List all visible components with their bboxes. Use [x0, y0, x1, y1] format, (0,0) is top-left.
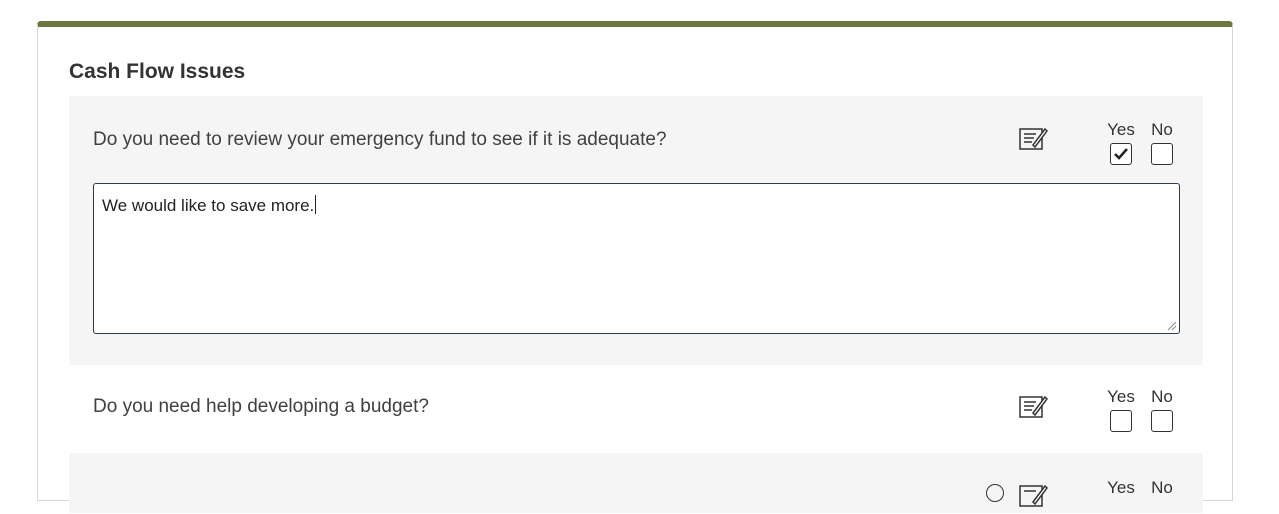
question-row-budget: Do you need help developing a budget? Ye…: [69, 365, 1203, 453]
yes-label: Yes: [1107, 478, 1135, 497]
question-text: Do you need help developing a budget?: [93, 396, 429, 417]
cash-flow-issues-card: Cash Flow Issues Do you need to review y…: [37, 21, 1233, 513]
yes-checkbox[interactable]: [1110, 143, 1132, 165]
yes-label: Yes: [1107, 120, 1135, 139]
no-checkbox[interactable]: [1151, 143, 1173, 165]
notes-edit-icon[interactable]: [1019, 394, 1049, 420]
question-row-emergency-fund: Do you need to review your emergency fun…: [69, 96, 1203, 365]
notes-textarea[interactable]: We would like to save more.: [93, 183, 1180, 334]
notes-edit-icon[interactable]: [1019, 126, 1049, 152]
checkmark-icon: [1114, 148, 1128, 160]
resize-grip-icon[interactable]: [1167, 321, 1177, 331]
question-row-partial: Yes No: [69, 453, 1203, 513]
notes-value: We would like to save more.: [102, 196, 315, 215]
text-caret: [315, 195, 317, 214]
no-label: No: [1151, 387, 1173, 406]
yes-checkbox[interactable]: [1110, 410, 1132, 432]
no-label: No: [1151, 478, 1173, 497]
section-title: Cash Flow Issues: [69, 60, 246, 83]
yes-label: Yes: [1107, 387, 1135, 406]
notes-edit-icon[interactable]: [1019, 483, 1049, 509]
question-text: Do you need to review your emergency fun…: [93, 129, 667, 150]
no-label: No: [1151, 120, 1173, 139]
no-checkbox[interactable]: [1151, 410, 1173, 432]
help-circle-icon[interactable]: [986, 484, 1004, 502]
